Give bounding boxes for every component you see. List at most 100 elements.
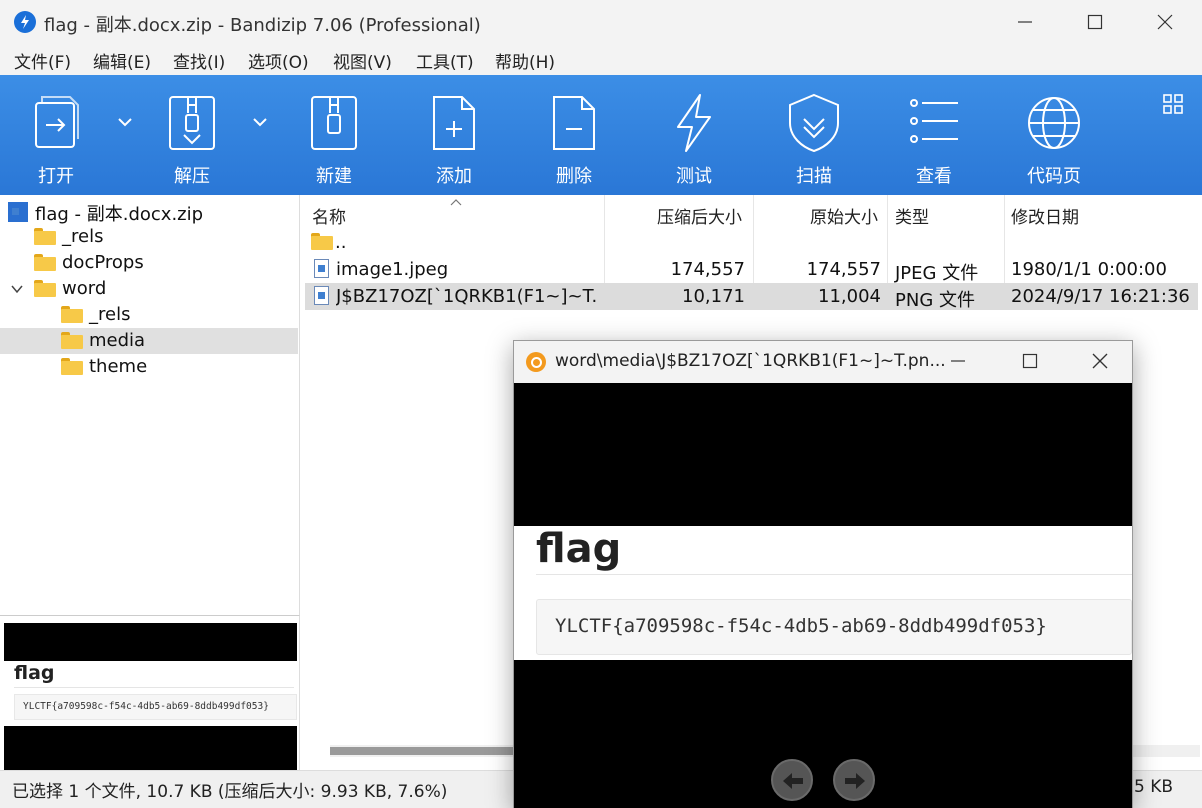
extract-icon (169, 96, 215, 150)
preview-code: YLCTF{a709598c-f54c-4db5-ab69-8ddb499df0… (14, 694, 297, 720)
add-button[interactable]: 添加 (399, 75, 509, 195)
shield-icon (789, 93, 839, 153)
tree-root-label: flag - 副本.docx.zip (35, 204, 204, 225)
chevron-down-icon[interactable] (10, 282, 24, 298)
table-row-selected[interactable]: J$BZ17OZ[`1QRKB1(F1~]~T.... 10,171 11,00… (305, 283, 1198, 311)
column-type[interactable]: 类型 (895, 195, 929, 229)
delete-file-icon (553, 96, 595, 150)
folder-icon (34, 228, 56, 245)
tree-item-word[interactable]: word (0, 276, 298, 302)
viewer-app-icon (526, 352, 546, 372)
tree-item-media[interactable]: media (0, 328, 298, 354)
file-type: PNG 文件 (895, 290, 975, 311)
tree-item-theme[interactable]: theme (0, 354, 298, 380)
sort-ascending-icon (450, 195, 462, 209)
tree-item-label: theme (89, 356, 148, 377)
minimize-icon (951, 360, 965, 362)
file-size: 11,004 (818, 286, 881, 307)
next-image-button[interactable] (833, 759, 875, 801)
minimize-button[interactable] (990, 0, 1060, 44)
image-content: flag YLCTF{a709598c-f54c-4db5-ab69-8ddb4… (514, 526, 1132, 660)
scan-button[interactable]: 扫描 (759, 75, 869, 195)
maximize-button[interactable] (1060, 0, 1130, 44)
table-row[interactable]: image1.jpeg 174,557 174,557 JPEG 文件 1980… (305, 256, 1198, 284)
extract-dropdown-chevron-icon[interactable] (248, 112, 272, 132)
test-label: 测试 (676, 166, 712, 187)
menu-find[interactable]: 查找(I) (173, 48, 225, 73)
extract-button[interactable]: 解压 (137, 75, 247, 195)
window-title: flag - 副本.docx.zip - Bandizip 7.06 (Prof… (44, 15, 481, 36)
menu-help[interactable]: 帮助(H) (495, 48, 555, 73)
zip-archive-icon (8, 202, 28, 222)
parent-label: .. (335, 232, 347, 253)
image-heading: flag (536, 526, 622, 572)
file-type: JPEG 文件 (895, 263, 979, 284)
status-size: 5 KB (1134, 777, 1174, 797)
tree-item-label: docProps (62, 252, 144, 273)
menu-view[interactable]: 视图(V) (333, 48, 392, 73)
column-date[interactable]: 修改日期 (1011, 195, 1079, 229)
arrow-right-icon (845, 773, 865, 789)
tree-item-label: _rels (62, 226, 104, 247)
extract-label: 解压 (174, 166, 210, 187)
preview-black-band (4, 623, 297, 661)
new-label: 新建 (316, 166, 352, 187)
viewer-maximize-button[interactable] (1000, 341, 1060, 383)
file-packed-size: 10,171 (682, 286, 745, 307)
tree-root[interactable]: flag - 副本.docx.zip (0, 198, 298, 225)
view-button[interactable]: 查看 (879, 75, 989, 195)
codepage-button[interactable]: 代码页 (999, 75, 1109, 195)
open-icon (35, 96, 79, 148)
add-label: 添加 (436, 166, 472, 187)
open-label: 打开 (38, 166, 74, 187)
image-divider (536, 574, 1132, 575)
layout-grid-icon[interactable] (1160, 91, 1186, 117)
toolbar: 打开 解压 新建 添加 删除 测试 扫描 查看 代码页 (0, 75, 1202, 195)
file-date: 1980/1/1 0:00:00 (1011, 259, 1167, 280)
column-size[interactable]: 原始大小 (810, 195, 878, 229)
preview-heading: flag (14, 662, 55, 684)
viewer-minimize-button[interactable] (928, 341, 988, 383)
codepage-label: 代码页 (1027, 166, 1081, 187)
image-viewer-window: word\media\J$BZ17OZ[`1QRKB1(F1~]~T.pn...… (513, 340, 1133, 808)
open-dropdown-chevron-icon[interactable] (113, 112, 137, 132)
lightning-icon (677, 94, 711, 152)
jpeg-file-icon (314, 259, 329, 278)
status-text: 已选择 1 个文件, 10.7 KB (压缩后大小: 9.93 KB, 7.6%… (12, 782, 448, 802)
folder-icon (61, 332, 83, 349)
tree-item-docprops[interactable]: docProps (0, 250, 298, 276)
tree-item-word-rels[interactable]: _rels (0, 302, 298, 328)
viewer-title: word\media\J$BZ17OZ[`1QRKB1(F1~]~T.pn... (555, 351, 946, 371)
preview-divider (14, 687, 294, 688)
title-bar: flag - 副本.docx.zip - Bandizip 7.06 (Prof… (0, 0, 1202, 44)
open-button[interactable]: 打开 (1, 75, 111, 195)
new-archive-icon (311, 96, 357, 150)
viewer-image: flag YLCTF{a709598c-f54c-4db5-ab69-8ddb4… (514, 383, 1132, 808)
preview-pane: flag YLCTF{a709598c-f54c-4db5-ab69-8ddb4… (0, 615, 300, 771)
menu-tools[interactable]: 工具(T) (416, 48, 474, 73)
previous-image-button[interactable] (771, 759, 813, 801)
folder-icon (61, 306, 83, 323)
close-button[interactable] (1130, 0, 1200, 44)
viewer-close-button[interactable] (1070, 341, 1130, 383)
column-name[interactable]: 名称 (312, 195, 346, 229)
menu-options[interactable]: 选项(O) (248, 48, 309, 73)
tree-item-rels[interactable]: _rels (0, 224, 298, 250)
tree-item-label: _rels (89, 304, 131, 325)
globe-icon (1028, 97, 1080, 149)
folder-icon (34, 254, 56, 271)
column-packed-size[interactable]: 压缩后大小 (657, 195, 742, 229)
test-button[interactable]: 测试 (639, 75, 749, 195)
new-button[interactable]: 新建 (279, 75, 389, 195)
scrollbar-thumb[interactable] (330, 747, 530, 755)
tree-item-label: word (62, 278, 107, 299)
menu-file[interactable]: 文件(F) (14, 48, 71, 73)
folder-icon (311, 233, 333, 250)
file-name: J$BZ17OZ[`1QRKB1(F1~]~T.... (336, 286, 598, 307)
list-item-parent[interactable]: .. (305, 229, 1198, 256)
menu-edit[interactable]: 编辑(E) (93, 48, 151, 73)
png-file-icon (314, 286, 329, 305)
view-label: 查看 (916, 166, 952, 187)
scan-label: 扫描 (796, 166, 832, 187)
delete-button[interactable]: 删除 (519, 75, 629, 195)
